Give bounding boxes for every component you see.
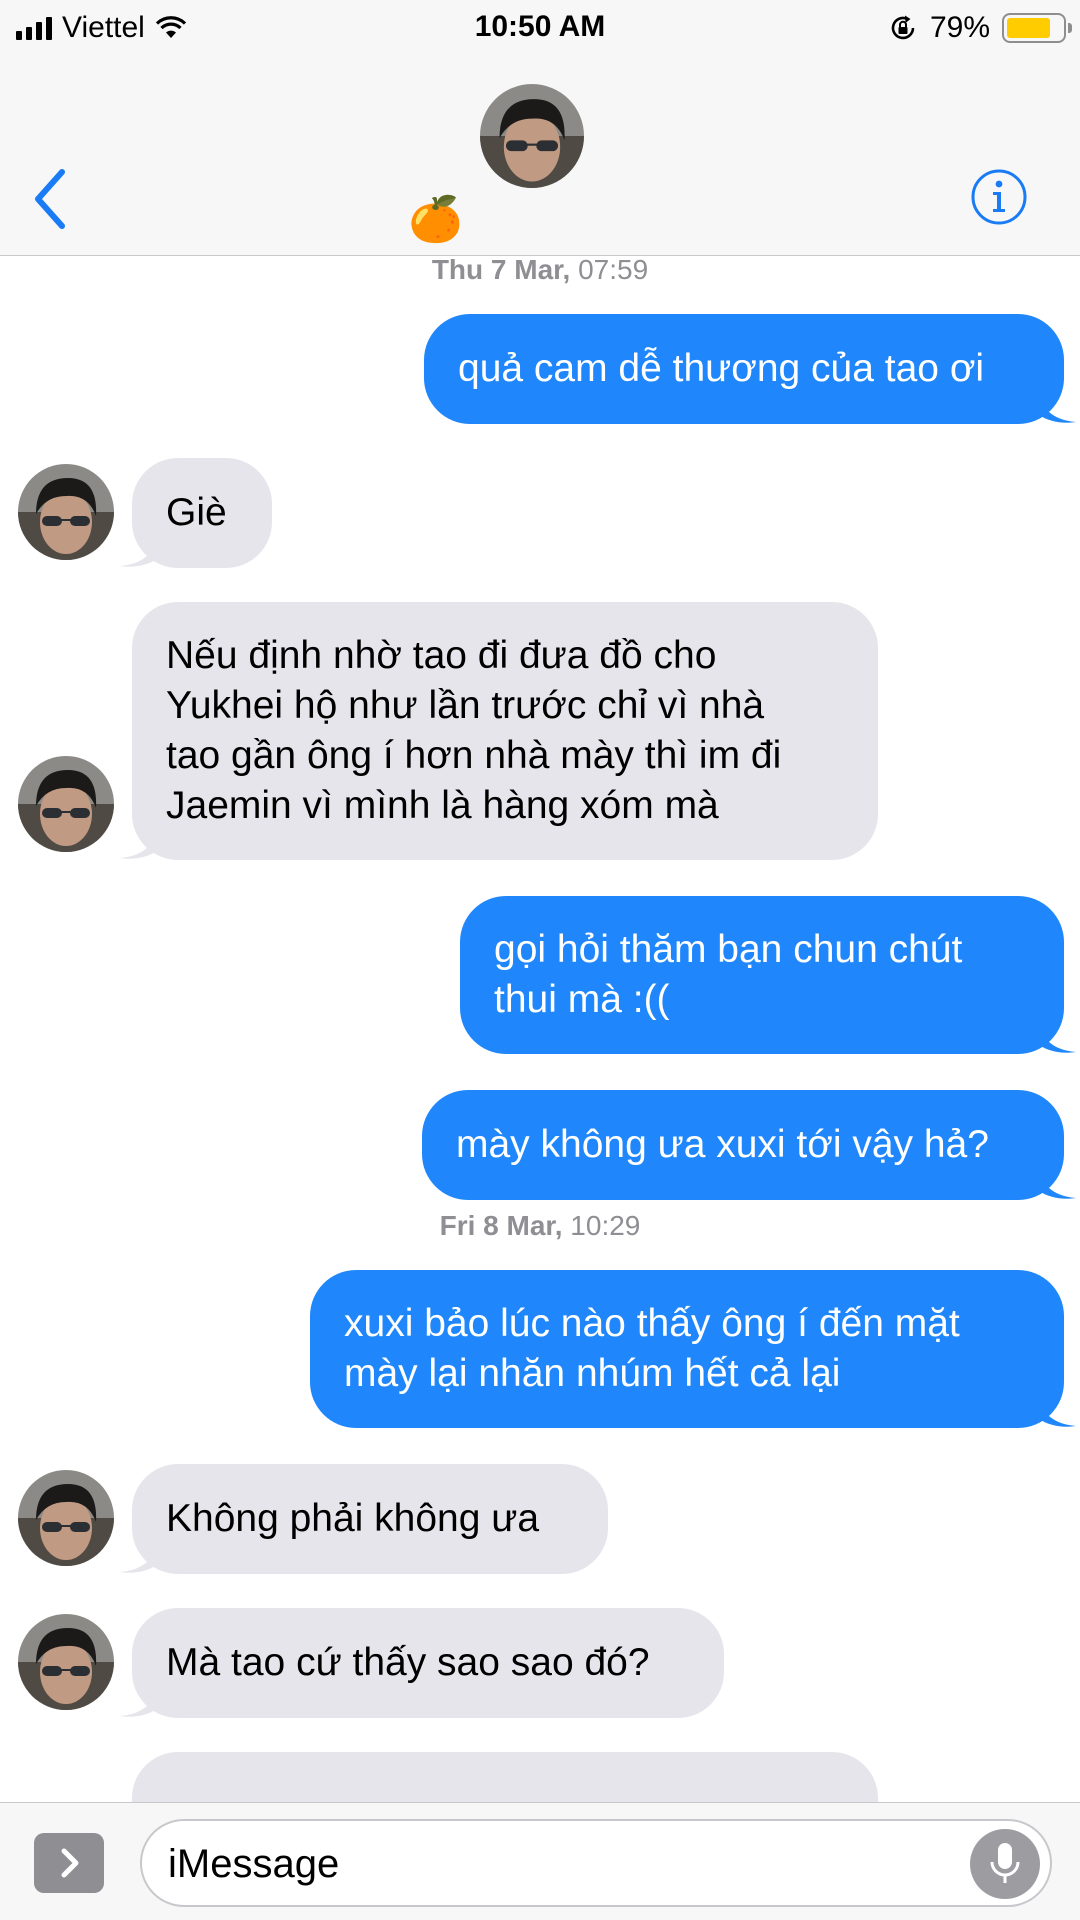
message-text-line: tao gần ông í hơn nhà mày thì im đi [166,734,782,777]
battery-percent: 79% [929,11,990,44]
bubble-tail [120,532,158,567]
battery-level [1007,18,1050,38]
sent-message[interactable]: quả cam dễ thương của tao ơi [424,314,1064,424]
message-text-line: Nếu định nhờ tao đi đưa đồ cho [166,634,717,677]
sender-avatar[interactable] [18,464,114,560]
message-input-placeholder: iMessage [168,1842,340,1886]
chevron-right-icon [61,1848,79,1878]
chevron-left-icon [35,169,65,229]
message-text-line: mày lại nhăn nhúm hết cả lại [344,1352,841,1395]
sent-message[interactable]: xuxi bảo lúc nào thấy ông í đến mặt mày l… [310,1270,1064,1428]
message-text-line: xuxi bảo lúc nào thấy ông í đến mặt [344,1302,960,1345]
status-bar: Viettel 10:50 AM 79% [0,0,1080,56]
bubble-tail [120,1538,158,1573]
received-message[interactable]: Nếu định nhờ tao đi đưa đồ cho Yukhei hộ … [132,602,878,860]
info-button[interactable] [970,168,1028,226]
microphone-icon [990,1843,1020,1883]
message-text-line: gọi hỏi thăm bạn chun chút [494,928,963,971]
battery-icon [1002,13,1072,43]
message-text-line: mày không ưa xuxi tới vậy hả? [456,1123,989,1166]
message-list[interactable]: Thu 7 Mar, 07:59 quả cam dễ thương của ta… [0,256,1080,1802]
status-right: 79% [888,10,1072,46]
contact-avatar[interactable] [480,84,584,188]
contact-name[interactable]: 🍊 [408,192,463,248]
message-text-line: Giè [166,491,227,534]
bubble-tail [1038,1018,1076,1053]
timestamp: Thu 7 Mar, 07:59 [0,256,1080,286]
message-text-line: thui mà :(( [494,978,670,1021]
bubble-tail [1038,1392,1076,1427]
message-text-line: Không phải không ưa [166,1497,540,1540]
conversation-header: 🍊 [0,56,1080,256]
message-input[interactable]: iMessage [140,1819,1052,1907]
bubble-tail [120,824,158,859]
back-button[interactable] [26,164,76,234]
sent-message[interactable]: gọi hỏi thăm bạn chun chút thui mà :(( [460,896,1064,1054]
sender-avatar[interactable] [18,1470,114,1566]
received-message[interactable]: Tao với Yukhei cũng không tới mức [132,1752,878,1802]
message-text-line: Jaemin vì mình là hàng xóm mà [166,784,719,827]
compose-bar: iMessage [0,1802,1080,1920]
info-icon [971,169,1027,225]
message-text-line: Mà tao cứ thấy sao sao đó? [166,1641,650,1684]
bubble-tail [1038,388,1076,423]
message-text-line: Yukhei hộ như lần trước chỉ vì nhà [166,684,765,727]
sender-avatar[interactable] [18,756,114,852]
sender-avatar[interactable] [18,1614,114,1710]
received-message[interactable]: Mà tao cứ thấy sao sao đó? [132,1608,724,1718]
mic-button[interactable] [970,1829,1040,1899]
timestamp-time: 07:59 [570,256,649,285]
bubble-tail [120,1682,158,1717]
apps-button[interactable] [34,1833,104,1893]
timestamp-day: Thu 7 Mar, [431,256,571,285]
bubble-tail [1038,1164,1076,1199]
timestamp-time: 10:29 [562,1210,641,1241]
sent-message[interactable]: mày không ưa xuxi tới vậy hả? [422,1090,1064,1200]
timestamp: Fri 8 Mar, 10:29 [0,1210,1080,1242]
rotation-lock-icon [891,15,915,40]
timestamp-day: Fri 8 Mar, [439,1210,563,1241]
message-text-line: quả cam dễ thương của tao ơi [458,347,985,390]
received-message[interactable]: Không phải không ưa [132,1464,608,1574]
